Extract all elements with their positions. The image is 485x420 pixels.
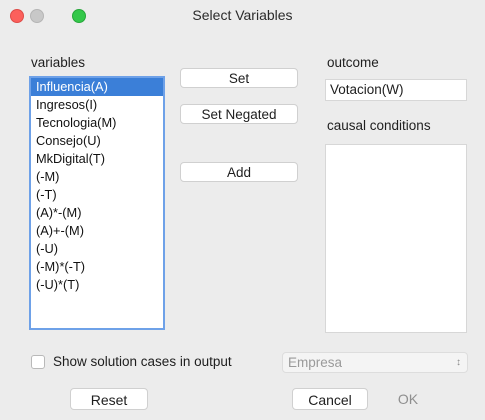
case-select[interactable]: Empresa ↕	[282, 352, 468, 373]
add-button[interactable]: Add	[180, 162, 298, 182]
title-bar: Select Variables	[0, 0, 485, 31]
variables-label: variables	[31, 55, 86, 70]
set-negated-button[interactable]: Set Negated	[180, 104, 298, 124]
list-item[interactable]: (-M)*(-T)	[31, 258, 163, 276]
list-item[interactable]: MkDigital(T)	[31, 150, 163, 168]
list-item[interactable]: (-U)*(T)	[31, 276, 163, 294]
list-item[interactable]: Influencia(A)	[31, 78, 163, 96]
list-item[interactable]: (A)*-(M)	[31, 204, 163, 222]
ok-button[interactable]: OK	[380, 388, 436, 410]
chevron-up-down-icon: ↕	[456, 357, 461, 368]
show-solution-checkbox[interactable]	[31, 355, 45, 369]
list-item[interactable]: (-U)	[31, 240, 163, 258]
list-item[interactable]: Ingresos(I)	[31, 96, 163, 114]
list-item[interactable]: Tecnologia(M)	[31, 114, 163, 132]
case-select-value: Empresa	[288, 355, 343, 370]
cancel-button[interactable]: Cancel	[292, 388, 368, 410]
list-item[interactable]: (A)+-(M)	[31, 222, 163, 240]
variables-listbox[interactable]: Influencia(A) Ingresos(I) Tecnologia(M) …	[29, 76, 165, 330]
list-item[interactable]: (-T)	[31, 186, 163, 204]
window-title: Select Variables	[192, 7, 293, 23]
outcome-label: outcome	[327, 55, 379, 70]
list-item[interactable]: Consejo(U)	[31, 132, 163, 150]
show-solution-label: Show solution cases in output	[53, 354, 232, 369]
reset-button[interactable]: Reset	[70, 388, 148, 410]
causal-conditions-list[interactable]	[325, 144, 467, 333]
causal-conditions-label: causal conditions	[327, 118, 431, 133]
outcome-field[interactable]: Votacion(W)	[325, 79, 467, 101]
list-item[interactable]: (-M)	[31, 168, 163, 186]
set-button[interactable]: Set	[180, 68, 298, 88]
